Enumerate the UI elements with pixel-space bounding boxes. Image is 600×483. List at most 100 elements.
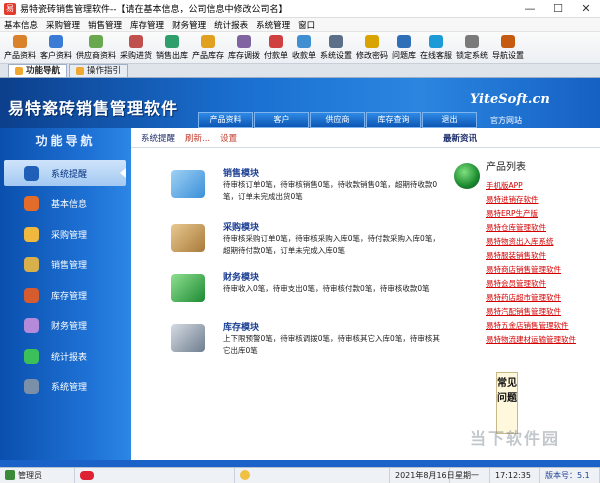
toolbar-label: 采购进货 [120, 51, 152, 60]
toolbar-label: 供应商资料 [76, 51, 116, 60]
sidebar-item-report[interactable]: 统计报表 [4, 343, 126, 369]
app-icon: 易 [4, 2, 16, 15]
module-title[interactable]: 销售模块 [223, 166, 259, 179]
tab-operation-guide[interactable]: 操作指引 [69, 64, 129, 77]
banner-nav-stock-query[interactable]: 库存查询 [366, 112, 421, 128]
toolbar-label: 收款单 [292, 51, 316, 60]
maximize-button[interactable]: ☐ [544, 0, 572, 18]
faq-icon [397, 35, 411, 48]
sidebar-item-purchase[interactable]: 采购管理 [4, 221, 126, 247]
menu-inventory[interactable]: 库存管理 [126, 19, 168, 31]
product-link[interactable]: 易特仓库管理软件 [486, 221, 596, 235]
sidebar-item-sales[interactable]: 销售管理 [4, 252, 126, 278]
toolbar-label: 付款单 [264, 51, 288, 60]
menu-reports[interactable]: 统计报表 [210, 19, 252, 31]
nav-settings-icon [501, 35, 515, 48]
toolbar-button-transfer[interactable]: 库存调拨 [226, 31, 262, 63]
product-link[interactable]: 易特服装销售软件 [486, 249, 596, 263]
module-title[interactable]: 采购模块 [223, 220, 259, 233]
status-weekday: 星期一 [450, 467, 490, 483]
toolbar-label: 产品资料 [4, 51, 36, 60]
password-icon [365, 35, 379, 48]
status-spacer-2 [235, 467, 390, 483]
watermark: 当下软件园 [470, 429, 561, 448]
sidebar-item-label: 基本信息 [51, 200, 88, 210]
qq-icon[interactable] [80, 470, 94, 480]
banner-nav-products[interactable]: 产品资料 [198, 112, 253, 128]
toolbar-button-product[interactable]: 产品资料 [2, 31, 38, 63]
finance-icon [24, 318, 39, 333]
toolbar-button-payment[interactable]: 付款单 [262, 31, 290, 63]
status-user: 管理员 [0, 467, 75, 483]
sidebar-item-inventory[interactable]: 库存管理 [4, 282, 126, 308]
supplier-icon [89, 35, 103, 48]
product-link[interactable]: 易特会员管理软件 [486, 277, 596, 291]
refresh-link[interactable]: 刷新... [185, 132, 210, 144]
module-title[interactable]: 库存模块 [223, 320, 259, 333]
sidebar-item-finance[interactable]: 财务管理 [4, 313, 126, 339]
reminder-title: 系统提醒 [141, 133, 176, 144]
toolbar-label: 在线客服 [420, 51, 452, 60]
toolbar-button-receipt[interactable]: 收款单 [290, 31, 318, 63]
sidebar-item-label: 统计报表 [51, 352, 88, 363]
module-desc: 待审核采购订单0笔，待审核采购入库0笔，待付款采购入库0笔，超期待付款0笔，订单… [223, 234, 440, 255]
toolbar-button-inventory[interactable]: 产品库存 [190, 31, 226, 63]
status-time: 17:12:35 [490, 467, 540, 483]
product-link[interactable]: 易特商店销售管理软件 [486, 263, 596, 277]
toolbar-button-password[interactable]: 修改密码 [354, 31, 390, 63]
menu-system[interactable]: 系统管理 [252, 19, 294, 31]
toolbar-label: 导航设置 [492, 51, 524, 60]
banner-nav-customers[interactable]: 客户 [254, 112, 309, 128]
banner-nav-suppliers[interactable]: 供应商 [310, 112, 365, 128]
menu-purchase[interactable]: 采购管理 [42, 19, 84, 31]
menu-window[interactable]: 窗口 [294, 19, 319, 31]
sidebar: 功能导航 系统提醒基本信息采购管理销售管理库存管理财务管理统计报表系统管理 [0, 128, 131, 460]
user-icon [5, 470, 15, 480]
toolbar-button-faq[interactable]: 问题库 [390, 31, 418, 63]
sidebar-title: 功能导航 [35, 134, 96, 148]
product-link[interactable]: 易特汽配销售管理软件 [486, 305, 596, 319]
toolbar-button-support[interactable]: 在线客服 [418, 31, 454, 63]
status-spacer [75, 467, 235, 483]
product-list: 产品列表 手机版APP 易特进销存软件 易特ERP生产版 易特仓库管理软件 易特物资出入… [486, 158, 596, 347]
status-bar: 管理员 2021年8月16日 星期一 17:12:35 版本号：5.1 [0, 467, 600, 483]
product-link[interactable]: 易特ERP生产版 [486, 207, 596, 221]
toolbar-button-nav-settings[interactable]: 导航设置 [490, 31, 526, 63]
sidebar-item-label: 系统提醒 [51, 169, 88, 180]
minimize-button[interactable]: — [516, 0, 544, 18]
settings-link[interactable]: 设置 [220, 132, 237, 144]
product-link[interactable]: 易特进销存软件 [486, 193, 596, 207]
sidebar-item-system[interactable]: 系统管理 [4, 374, 126, 400]
toolbar-button-sales-out[interactable]: 销售出库 [154, 31, 190, 63]
toolbar-label: 产品库存 [192, 51, 224, 60]
receipt-icon [297, 35, 311, 48]
module-title[interactable]: 财务模块 [223, 270, 259, 283]
toolbar-button-supplier[interactable]: 供应商资料 [74, 31, 118, 63]
product-link[interactable]: 易特物资出入库系统 [486, 235, 596, 249]
banner-nav-exit[interactable]: 退出 [422, 112, 477, 128]
sidebar-item-info[interactable]: 系统提醒 [4, 160, 126, 186]
close-button[interactable]: ✕ [572, 0, 600, 18]
main-content: 系统提醒 刷新... 设置 最新资讯 销售模块 待审核订单0笔，待审核销售0笔，… [131, 128, 600, 460]
toolbar-button-customer[interactable]: 客户资料 [38, 31, 74, 63]
product-list-title: 产品列表 [486, 162, 526, 173]
product-link[interactable]: 手机版APP [486, 179, 596, 193]
official-site-link[interactable]: 官方网站 [490, 115, 522, 126]
inventory-icon [201, 35, 215, 48]
menu-finance[interactable]: 财务管理 [168, 19, 210, 31]
system-icon [24, 379, 39, 394]
menu-sales[interactable]: 销售管理 [84, 19, 126, 31]
tab-icon [76, 67, 85, 75]
banner: 易特瓷砖销售管理软件 YiteSoft.cn 官方网站 产品资料 客户 供应商 … [0, 78, 600, 128]
toolbar-button-settings[interactable]: 系统设置 [318, 31, 354, 63]
menu-basic-info[interactable]: 基本信息 [0, 19, 42, 31]
tab-function-nav[interactable]: 功能导航 [8, 64, 68, 77]
product-link[interactable]: 易特物流建材运输管理软件 [486, 333, 596, 347]
product-link[interactable]: 易特药店超市管理软件 [486, 291, 596, 305]
tab-label: 功能导航 [26, 65, 61, 76]
product-link[interactable]: 易特五金店销售管理软件 [486, 319, 596, 333]
download-globe-icon[interactable] [454, 163, 480, 189]
toolbar-button-purchase[interactable]: 采购进货 [118, 31, 154, 63]
toolbar-button-lock[interactable]: 锁定系统 [454, 31, 490, 63]
sidebar-item-basic-info[interactable]: 基本信息 [4, 191, 126, 217]
